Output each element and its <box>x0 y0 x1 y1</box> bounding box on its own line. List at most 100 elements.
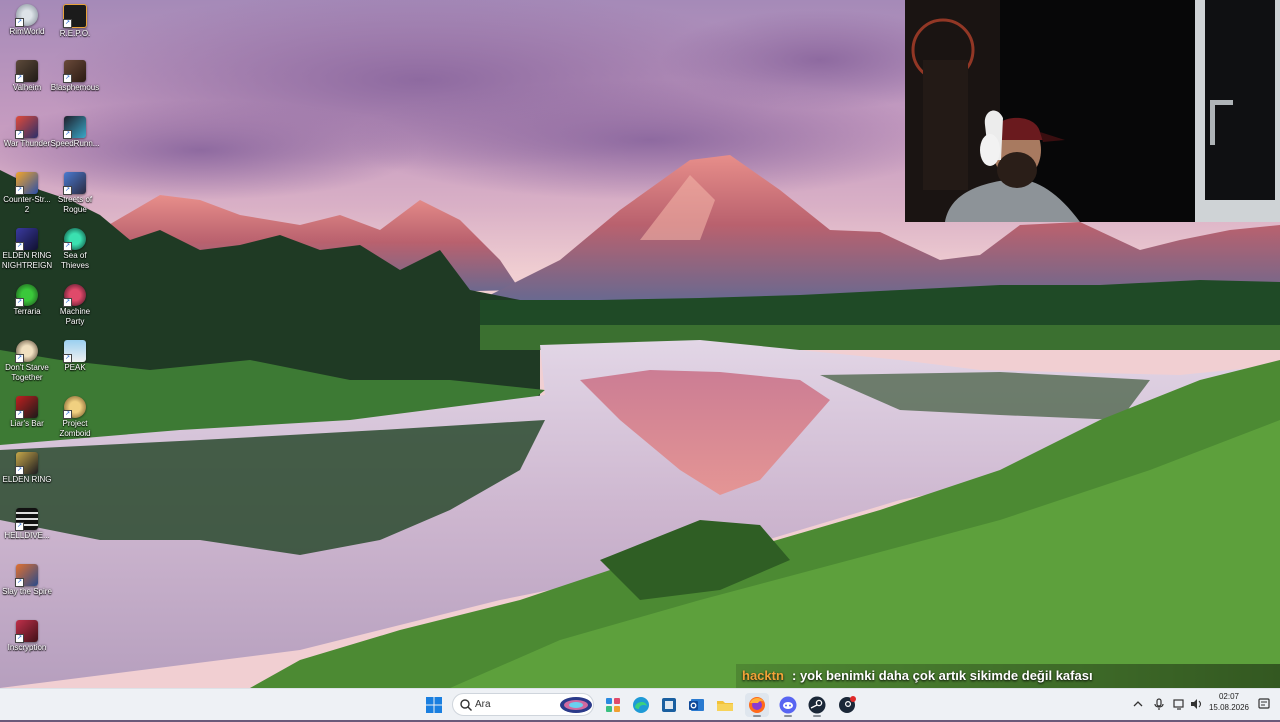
desktop-icon-counter-strike-2[interactable]: ↗ Counter-Str... 2 <box>0 170 54 224</box>
search-highlight-icon <box>560 697 592 713</box>
desktop-icon-label: Liar's Bar <box>10 419 44 428</box>
clock-time: 02:07 <box>1218 692 1240 701</box>
desktop-icon-peak[interactable]: ↗ PEAK <box>48 338 102 392</box>
desktop-icon-label: Don't Starve Together <box>5 363 49 382</box>
taskbar-discord[interactable] <box>776 693 800 717</box>
elden-ring-nightreign-icon: ↗ <box>15 228 38 251</box>
taskbar-file-explorer[interactable] <box>713 693 737 717</box>
desktop-icon-label: Valheim <box>12 83 42 92</box>
desktop-icon-helldivers[interactable]: ↗ HELLDIVE... <box>0 506 54 560</box>
desktop-icon-label: Streets of Rogue <box>57 195 93 214</box>
desktop-icon-sea-of-thieves[interactable]: ↗ Sea of Thieves <box>48 226 102 280</box>
taskbar-search-box[interactable]: Ara <box>452 693 594 716</box>
helldivers-icon: ↗ <box>15 508 38 531</box>
desktop-icon-slay-the-spire[interactable]: ↗ Slay the Spire <box>0 562 54 616</box>
network-icon[interactable] <box>1172 697 1186 711</box>
war-thunder-icon: ↗ <box>15 116 38 139</box>
desktop-icon-label: PEAK <box>64 363 86 372</box>
desktop-icon-liars-bar[interactable]: ↗ Liar's Bar <box>0 394 54 448</box>
webcam-overlay <box>905 0 1280 222</box>
desktop-icon-elden-ring-nightreign[interactable]: ↗ ELDEN RING NIGHTREIGN <box>0 226 54 280</box>
desktop-icon-label: RimWorld <box>9 27 45 36</box>
taskbar-powertoys[interactable] <box>657 693 681 717</box>
peak-icon: ↗ <box>63 340 86 363</box>
counter-strike-icon: ↗ <box>15 172 38 195</box>
start-button[interactable] <box>422 693 446 717</box>
desktop-icon-streets-of-rogue[interactable]: ↗ Streets of Rogue <box>48 170 102 224</box>
desktop-icon-label: ELDEN RING NIGHTREIGN <box>1 251 53 270</box>
taskbar-widgets[interactable] <box>601 693 625 717</box>
speedrunners-icon: ↗ <box>63 116 86 139</box>
desktop-icon-machine-party[interactable]: ↗ Machine Party <box>48 282 102 336</box>
desktop-icon-label: R.E.P.O. <box>59 29 91 38</box>
volume-icon[interactable] <box>1189 697 1203 711</box>
desktop-icon-label: Inscryption <box>7 643 47 652</box>
machine-party-icon: ↗ <box>63 284 86 307</box>
taskbar-edge[interactable] <box>629 693 653 717</box>
streets-of-rogue-icon: ↗ <box>63 172 86 195</box>
desktop-icon-project-zomboid[interactable]: ↗ Project Zomboid <box>48 394 102 448</box>
running-indicator <box>813 715 821 717</box>
chat-message-text: : yok benimki daha çok artık sikimde değ… <box>792 668 1093 683</box>
desktop-icon-repo[interactable]: ↗ R.E.P.O. <box>48 2 102 56</box>
desktop-icon-label: Project Zomboid <box>59 419 91 438</box>
desktop-icon-blasphemous[interactable]: ↗ Blasphemous <box>48 58 102 112</box>
desktop-icon-valheim[interactable]: ↗ Valheim <box>0 58 54 112</box>
outlook-icon <box>689 699 704 711</box>
project-zomboid-icon: ↗ <box>63 396 86 419</box>
desktop-icon-label: Sea of Thieves <box>60 251 89 270</box>
discord-icon <box>779 696 797 714</box>
desktop-icon-label: Counter-Str... 2 <box>3 195 51 214</box>
desktop-icon-label: Blasphemous <box>50 83 100 92</box>
liars-bar-icon: ↗ <box>15 396 38 419</box>
notification-icon[interactable] <box>1257 697 1271 711</box>
webcam-feed <box>905 0 1280 222</box>
sea-of-thieves-icon: ↗ <box>63 228 86 251</box>
desktop-icon-label: ELDEN RING <box>2 475 52 484</box>
taskbar-firefox[interactable] <box>745 693 769 717</box>
taskbar-clock[interactable]: 02:07 15.08.2026 <box>1206 691 1252 713</box>
desktop-icon-label: War Thunder <box>3 139 51 148</box>
powertoys-icon <box>662 698 676 712</box>
valheim-icon: ↗ <box>15 60 38 83</box>
chat-username: hacktn <box>742 668 784 683</box>
dont-starve-icon: ↗ <box>15 340 38 363</box>
desktop-icon-label: Terraria <box>13 307 41 316</box>
steam-icon <box>808 696 826 714</box>
search-placeholder: Ara <box>475 699 491 710</box>
desktop-icon-speedrunners[interactable]: ↗ SpeedRunn... <box>48 114 102 168</box>
terraria-icon: ↗ <box>15 284 38 307</box>
stream-chat-message: hacktn : yok benimki daha çok artık siki… <box>736 664 1280 688</box>
desktop-icon-war-thunder[interactable]: ↗ War Thunder <box>0 114 54 168</box>
desktop-icon-label: Slay the Spire <box>2 587 52 596</box>
microphone-icon[interactable] <box>1152 697 1166 711</box>
running-indicator <box>784 715 792 717</box>
blasphemous-icon: ↗ <box>63 60 86 83</box>
taskbar-steam[interactable] <box>805 693 829 717</box>
widgets-icon <box>606 698 620 712</box>
taskbar-steam-client[interactable] <box>835 693 859 717</box>
running-indicator <box>753 715 761 717</box>
chevron-up-icon[interactable] <box>1131 697 1145 711</box>
desktop[interactable]: ↗ RimWorld ↗ R.E.P.O. ↗ Valheim ↗ Blasph… <box>0 0 1280 688</box>
desktop-icon-terraria[interactable]: ↗ Terraria <box>0 282 54 336</box>
desktop-icon-dont-starve-together[interactable]: ↗ Don't Starve Together <box>0 338 54 392</box>
folder-icon <box>717 701 733 711</box>
desktop-icon-label: SpeedRunn... <box>50 139 100 148</box>
desktop-icon-elden-ring[interactable]: ↗ ELDEN RING <box>0 450 54 504</box>
elden-ring-icon: ↗ <box>15 452 38 475</box>
taskbar-outlook[interactable] <box>685 693 709 717</box>
steam-notification-icon <box>839 696 856 713</box>
desktop-icon-label: HELLDIVE... <box>4 531 50 540</box>
taskbar: Ara 02:07 15.08.2026 <box>0 688 1280 720</box>
desktop-icon-label: Machine Party <box>59 307 91 326</box>
firefox-icon <box>749 697 765 713</box>
desktop-icon-inscryption[interactable]: ↗ Inscryption <box>0 618 54 672</box>
inscryption-icon: ↗ <box>15 620 38 643</box>
clock-date: 15.08.2026 <box>1208 703 1250 712</box>
rimworld-icon: ↗ <box>15 4 38 27</box>
windows-logo-icon <box>426 697 442 713</box>
desktop-icon-rimworld[interactable]: ↗ RimWorld <box>0 2 54 56</box>
repo-icon: ↗ <box>63 4 87 28</box>
edge-icon <box>633 697 649 713</box>
